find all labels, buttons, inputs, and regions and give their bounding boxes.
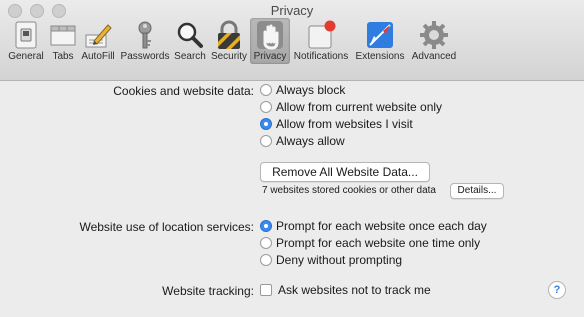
location-services-label: Website use of location services: bbox=[79, 220, 254, 234]
toolbar-label: AutoFill bbox=[81, 51, 115, 62]
privacy-pane: Cookies and website data: Always block A… bbox=[0, 81, 584, 317]
stored-cookies-text: 7 websites stored cookies or other data bbox=[262, 185, 436, 196]
toolbar-label: Notifications bbox=[293, 51, 349, 62]
toolbar-tabs[interactable]: Tabs bbox=[48, 18, 78, 64]
radio-button-selected[interactable] bbox=[260, 220, 272, 232]
location-option-deny[interactable]: Deny without prompting bbox=[260, 253, 402, 267]
key-icon bbox=[129, 20, 161, 50]
toolbar-label: General bbox=[8, 51, 44, 62]
details-button[interactable]: Details... bbox=[450, 183, 504, 199]
preferences-toolbar: General Tabs AutoFill Passwords Search S… bbox=[4, 18, 460, 64]
help-button[interactable]: ? bbox=[548, 281, 566, 299]
radio-button[interactable] bbox=[260, 101, 272, 113]
preferences-window: Privacy General Tabs AutoFill Passwords … bbox=[0, 0, 584, 317]
option-label: Always block bbox=[276, 83, 346, 97]
cookies-option-always-block[interactable]: Always block bbox=[260, 83, 345, 97]
radio-button[interactable] bbox=[260, 254, 272, 266]
cookies-option-current-website[interactable]: Allow from current website only bbox=[260, 100, 442, 114]
option-label: Deny without prompting bbox=[276, 253, 403, 267]
toolbar-autofill[interactable]: AutoFill bbox=[78, 18, 118, 64]
location-option-one-time-only[interactable]: Prompt for each website one time only bbox=[260, 236, 480, 250]
radio-button-selected[interactable] bbox=[260, 118, 272, 130]
toolbar-label: Extensions bbox=[355, 51, 405, 62]
radio-button[interactable] bbox=[260, 84, 272, 96]
notifications-icon bbox=[305, 20, 337, 50]
radio-button[interactable] bbox=[260, 237, 272, 249]
do-not-track-option[interactable]: Ask websites not to track me bbox=[260, 283, 431, 297]
titlebar: Privacy General Tabs AutoFill Passwords … bbox=[0, 0, 584, 81]
toolbar-label: Passwords bbox=[120, 51, 170, 62]
magnifier-icon bbox=[174, 20, 206, 50]
website-tracking-label: Website tracking: bbox=[162, 284, 254, 298]
cookies-option-always-allow[interactable]: Always allow bbox=[260, 134, 345, 148]
option-label: Allow from websites I visit bbox=[276, 117, 413, 131]
toolbar-search[interactable]: Search bbox=[172, 18, 208, 64]
toolbar-label: Privacy bbox=[253, 51, 287, 62]
option-label: Allow from current website only bbox=[276, 100, 443, 114]
toolbar-privacy[interactable]: Privacy bbox=[250, 18, 290, 64]
toolbar-extensions[interactable]: Extensions bbox=[352, 18, 408, 64]
radio-button[interactable] bbox=[260, 135, 272, 147]
toolbar-advanced[interactable]: Advanced bbox=[408, 18, 460, 64]
cookies-label: Cookies and website data: bbox=[113, 84, 254, 98]
toolbar-security[interactable]: Security bbox=[208, 18, 250, 64]
toolbar-label: Search bbox=[174, 51, 206, 62]
toolbar-label: Security bbox=[210, 51, 248, 62]
cookies-option-websites-i-visit[interactable]: Allow from websites I visit bbox=[260, 117, 413, 131]
hand-icon bbox=[254, 20, 286, 50]
option-label: Prompt for each website once each day bbox=[276, 219, 487, 233]
option-label: Always allow bbox=[276, 134, 345, 148]
padlock-icon bbox=[213, 20, 245, 50]
do-not-track-checkbox[interactable] bbox=[260, 284, 272, 296]
option-label: Prompt for each website one time only bbox=[276, 236, 481, 250]
checkbox-label: Ask websites not to track me bbox=[278, 283, 431, 297]
toolbar-passwords[interactable]: Passwords bbox=[118, 18, 172, 64]
location-option-once-each-day[interactable]: Prompt for each website once each day bbox=[260, 219, 487, 233]
toolbar-general[interactable]: General bbox=[4, 18, 48, 64]
window-title: Privacy bbox=[270, 3, 314, 18]
toolbar-label: Advanced bbox=[411, 51, 457, 62]
gear-icon bbox=[418, 20, 450, 50]
remove-all-website-data-button[interactable]: Remove All Website Data... bbox=[260, 162, 430, 182]
toolbar-notifications[interactable]: Notifications bbox=[290, 18, 352, 64]
extensions-icon bbox=[364, 20, 396, 50]
general-switch-icon bbox=[10, 20, 42, 50]
autofill-pencil-icon bbox=[82, 20, 114, 50]
toolbar-label: Tabs bbox=[52, 51, 74, 62]
tabs-icon bbox=[47, 20, 79, 50]
